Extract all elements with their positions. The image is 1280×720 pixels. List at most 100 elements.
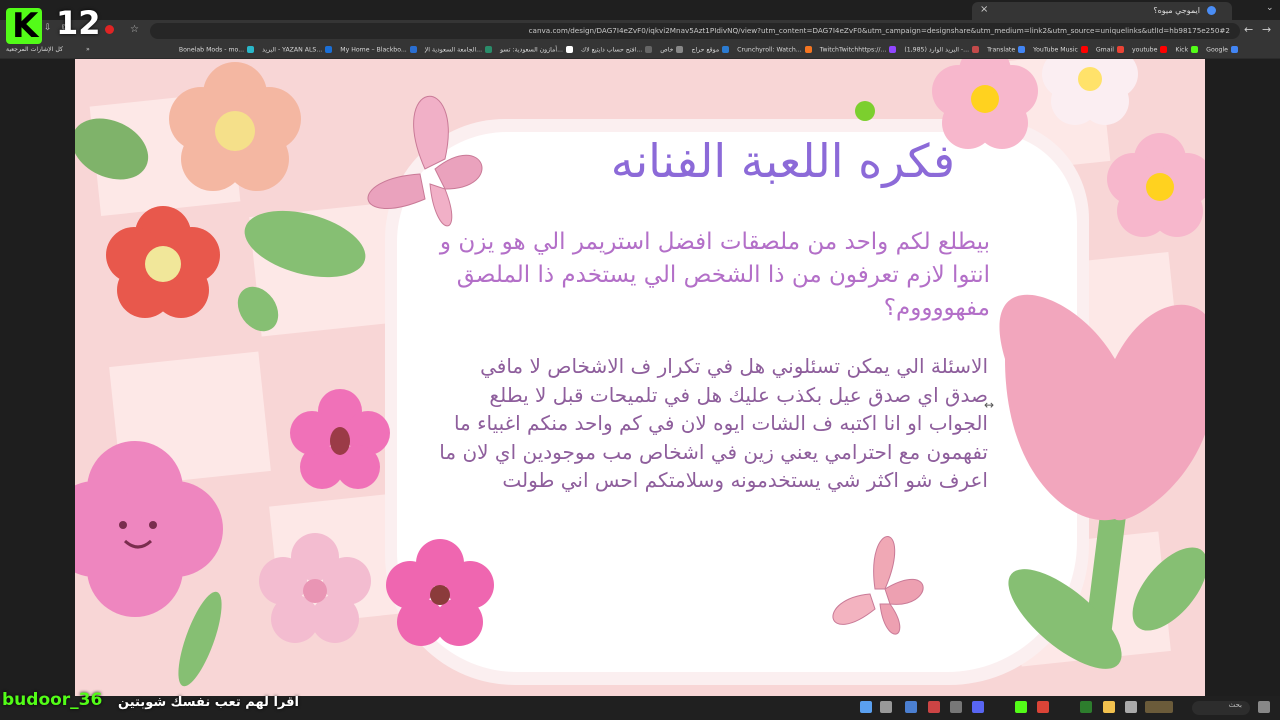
tulip-decoration: [999, 294, 1205, 669]
bookmark-item[interactable]: Kick: [1175, 46, 1199, 54]
active-tab[interactable]: ايموجي ميوه؟ ×: [972, 2, 1232, 20]
magenta-flower-decoration: [290, 389, 390, 489]
canva-slide: فكره اللعبة الفنانه بيطلع لكم واحد من مل…: [75, 59, 1205, 696]
bookmarks-bar: كل الإشارات المرجعية » Google Kick youtube…: [0, 42, 1280, 59]
bookmark-item[interactable]: أمازون السعودية: تسو...: [500, 46, 573, 54]
all-bookmarks-button[interactable]: كل الإشارات المرجعية: [6, 46, 63, 53]
bookmark-favicon-icon: [722, 46, 730, 53]
bookmark-item[interactable]: YouTube Music: [1033, 46, 1088, 54]
bookmark-item[interactable]: Translate: [987, 46, 1026, 54]
bookmark-item[interactable]: My Home – Blackbo...: [340, 46, 417, 54]
close-tab-icon[interactable]: ×: [980, 4, 988, 15]
butterfly-decoration: [832, 536, 924, 635]
bookmark-label: أمازون السعودية: تسو...: [500, 46, 563, 54]
chrome-icon[interactable]: [1037, 701, 1049, 713]
bookmark-label: خاص: [660, 46, 674, 54]
bookmark-item[interactable]: youtube: [1131, 46, 1168, 54]
mouse-cursor-icon: ↔: [984, 398, 995, 412]
taskbar-app-icon[interactable]: [950, 701, 962, 713]
bookmark-label: البريد الوارد (1,985) -...: [904, 46, 970, 54]
bookmark-favicon-icon: [1160, 46, 1168, 53]
forward-icon[interactable]: ←: [1244, 23, 1253, 36]
bookmark-favicon-icon: [409, 46, 417, 53]
bookmark-label: البريد - YAZAN ALS...: [262, 46, 323, 54]
bookmark-item[interactable]: Google: [1206, 46, 1238, 54]
white-flower-decoration: [1042, 59, 1138, 125]
downloads-icon[interactable]: ⇩: [44, 23, 52, 33]
bookmark-favicon-icon: [485, 46, 493, 53]
bookmark-favicon-icon: [1080, 46, 1088, 53]
live-indicator-icon: [105, 25, 114, 34]
bookmark-favicon-icon: [1231, 46, 1238, 53]
bookmark-item[interactable]: Gmail: [1096, 46, 1124, 54]
discord-icon[interactable]: [972, 701, 984, 713]
bookmark-favicon-icon: [676, 46, 684, 53]
bookmark-star-icon[interactable]: ☆: [130, 24, 139, 35]
bookmark-label: My Home – Blackbo...: [340, 46, 407, 54]
pink-flower-decoration: [1107, 133, 1205, 237]
bookmark-item[interactable]: TwitchTwitchhttps://...: [820, 46, 897, 54]
red-flower-decoration: [106, 206, 220, 318]
peach-flower-decoration: [169, 62, 301, 191]
url-text: canva.com/design/DAG7I4eZvF0/iqkvi2Mnav5…: [528, 26, 1230, 35]
xbox-icon[interactable]: [1080, 701, 1092, 713]
bookmark-item[interactable]: البريد الوارد (1,985) -...: [904, 46, 980, 54]
bookmark-label: موقع حراج: [691, 46, 720, 54]
leaf-decoration: [237, 286, 279, 332]
bookmark-favicon-icon: [325, 46, 333, 53]
taskbar-app-icon[interactable]: [880, 701, 892, 713]
slide-intro-text: بيطلع لكم واحد من ملصقات افضل استريمر ال…: [439, 229, 990, 321]
omnibox[interactable]: canva.com/design/DAG7I4eZvF0/iqkvi2Mnav5…: [150, 23, 1240, 39]
kick-logo-icon: K: [6, 6, 42, 46]
taskbar-search[interactable]: بحث: [1192, 701, 1250, 715]
bookmark-item[interactable]: البريد - YAZAN ALS...: [262, 46, 333, 54]
tab-title: ايموجي ميوه؟: [1153, 6, 1200, 15]
bookmark-item[interactable]: خاص: [660, 46, 684, 54]
kick-app-icon[interactable]: [1015, 701, 1027, 713]
bookmark-favicon-icon: [889, 46, 897, 53]
bookmark-favicon-icon: [972, 46, 980, 53]
leaf-decoration: [244, 210, 366, 278]
bookmark-favicon-icon: [1018, 46, 1026, 53]
bookmark-item[interactable]: الجامعة السعودية الإ...: [424, 46, 493, 54]
viewer-count: 12: [56, 4, 101, 42]
bookmark-favicon-icon: [804, 46, 812, 53]
steam-icon[interactable]: [860, 701, 872, 713]
leaf-decoration: [75, 118, 149, 180]
bookmark-favicon-icon: [565, 46, 573, 53]
widgets-icon[interactable]: [1145, 701, 1173, 713]
bookmark-favicon-icon: [1116, 46, 1124, 53]
file-explorer-icon[interactable]: [1103, 701, 1115, 713]
bookmark-label: YouTube Music: [1033, 46, 1078, 54]
light-pink-flower-decoration: [259, 533, 371, 643]
bookmark-item[interactable]: Crunchyroll: Watch...: [737, 46, 812, 54]
bookmarks-overflow-icon[interactable]: »: [86, 46, 90, 53]
taskbar-app-icon[interactable]: [1125, 701, 1137, 713]
bookmark-label: Kick: [1175, 46, 1189, 54]
magenta-flower-decoration: [386, 539, 494, 646]
bookmark-label: افتح حساب دايتيع لاك...: [580, 46, 643, 54]
bookmark-favicon-icon: [247, 46, 255, 53]
taskbar-app-icon[interactable]: [905, 701, 917, 713]
bookmark-label: Bonelab Mods - mo...: [178, 46, 245, 54]
bookmark-item[interactable]: Bonelab Mods - mo...: [178, 46, 255, 54]
bookmark-label: Translate: [987, 46, 1016, 54]
back-icon[interactable]: →: [1262, 23, 1271, 36]
tab-bar: + ايموجي ميوه؟ × ⌄: [0, 0, 1280, 20]
bookmark-label: Google: [1206, 46, 1228, 54]
taskbar-app-icon[interactable]: [928, 701, 940, 713]
tab-favicon-icon: [1207, 6, 1216, 15]
address-toolbar: → ← ⟳ ⋮ ◔ ⇩ ⧉ ☆ canva.com/design/DAG7I4e…: [0, 20, 1280, 42]
start-icon[interactable]: [1258, 701, 1270, 713]
bookmark-item[interactable]: موقع حراج: [691, 46, 730, 54]
streamer-name: budoor_36: [2, 690, 102, 710]
tab-search-icon[interactable]: ⌄: [1266, 3, 1274, 13]
slide-title: فكره اللعبة الفنانه: [610, 134, 955, 188]
bookmark-label: الجامعة السعودية الإ...: [424, 46, 483, 54]
bookmark-label: Crunchyroll: Watch...: [737, 46, 802, 54]
streamer-handle: budoor_36: [2, 690, 103, 710]
bookmark-favicon-icon: [1191, 46, 1199, 53]
bookmark-item[interactable]: افتح حساب دايتيع لاك...: [580, 46, 653, 54]
bookmark-label: TwitchTwitchhttps://...: [819, 46, 887, 54]
bookmark-label: youtube: [1131, 46, 1158, 54]
